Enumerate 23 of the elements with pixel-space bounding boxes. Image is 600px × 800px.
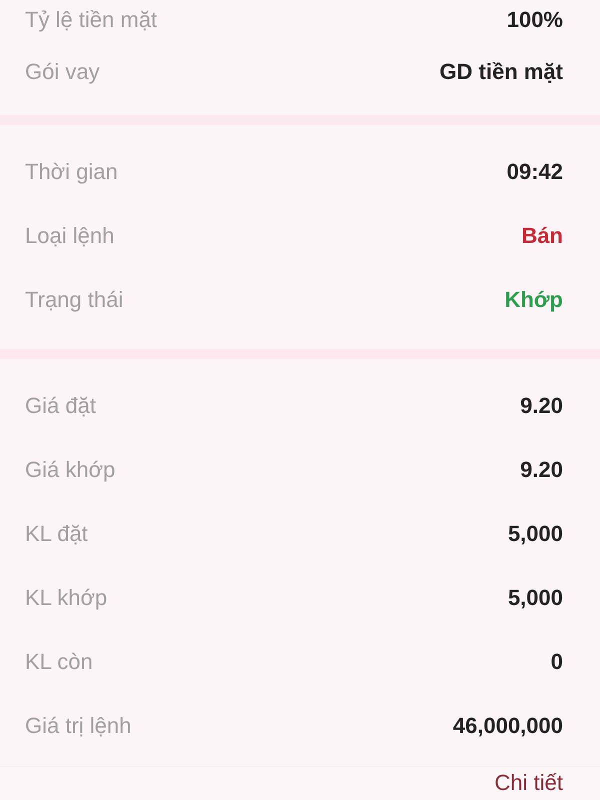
field-label: Giá đặt: [25, 393, 96, 419]
field-value: 46,000,000: [452, 713, 563, 739]
detail-link[interactable]: Chi tiết: [494, 770, 563, 796]
field-value: 0: [550, 649, 563, 675]
field-value: GD tiền mặt: [440, 59, 563, 85]
field-value: 5,000: [508, 585, 563, 611]
field-label: Tỷ lệ tiền mặt: [25, 7, 158, 33]
field-label: Gói vay: [25, 59, 100, 85]
field-value: 100%: [506, 7, 563, 33]
field-value: 09:42: [506, 159, 563, 185]
field-label: Trạng thái: [25, 287, 124, 313]
field-value: 9.20: [520, 393, 563, 419]
field-label: Giá trị lệnh: [25, 713, 132, 739]
field-value: Bán: [521, 223, 563, 249]
field-label: Thời gian: [25, 159, 118, 185]
field-label: KL còn: [25, 649, 93, 675]
field-value: Khớp: [504, 287, 563, 313]
field-label: KL đặt: [25, 521, 88, 547]
field-value: 9.20: [520, 457, 563, 483]
field-value: 5,000: [508, 521, 563, 547]
field-label: KL khớp: [25, 585, 108, 611]
field-label: Giá khớp: [25, 457, 116, 483]
field-label: Loại lệnh: [25, 223, 114, 249]
